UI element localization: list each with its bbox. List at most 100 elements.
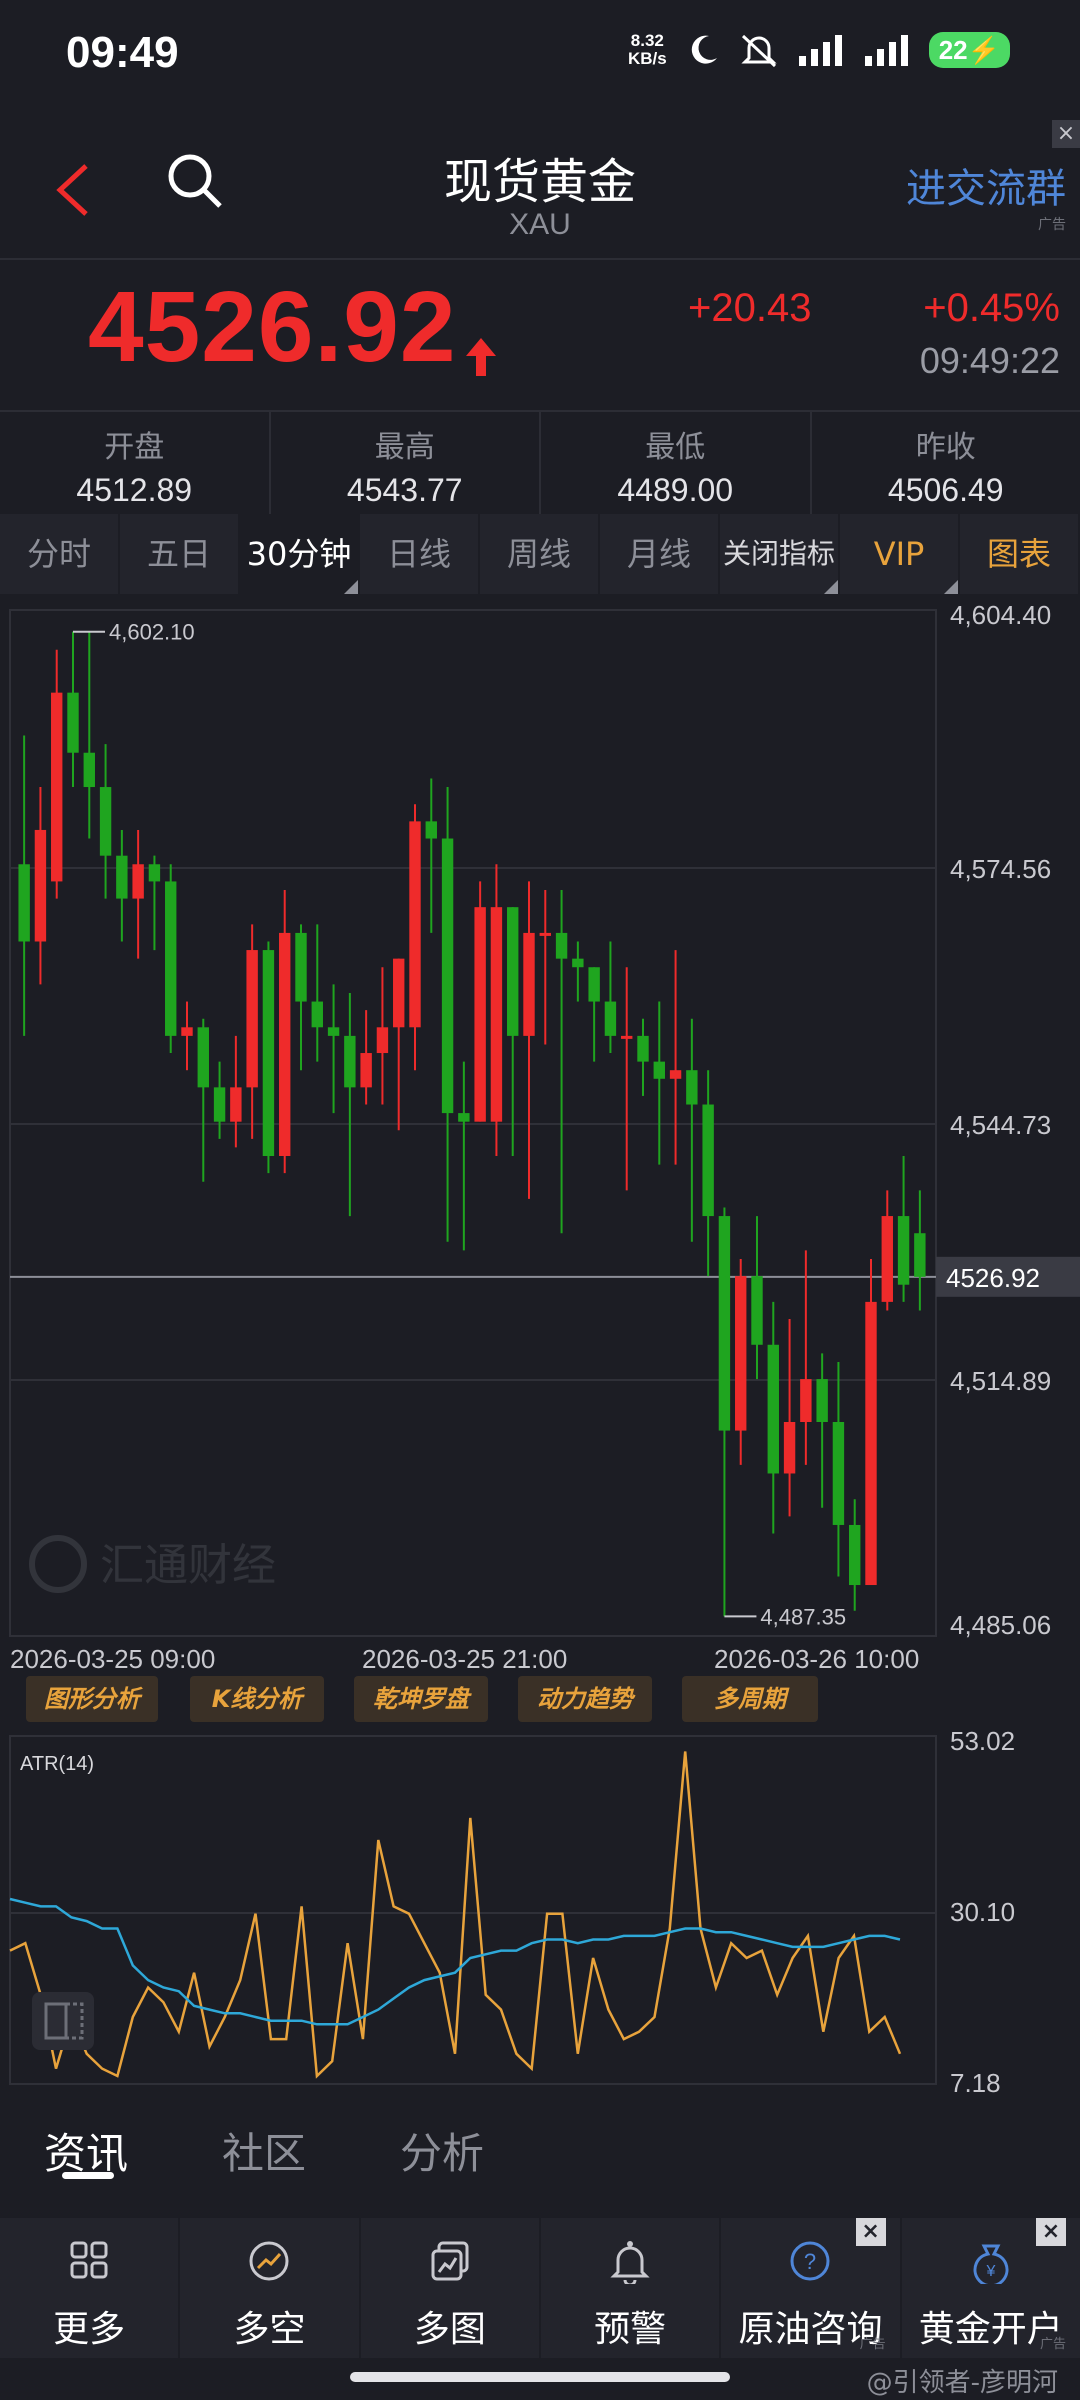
nav-multi-chart[interactable]: 多图 bbox=[361, 2218, 541, 2358]
tab-intraday[interactable]: 分时 bbox=[0, 514, 120, 594]
signal-icon bbox=[798, 35, 842, 66]
candle-body bbox=[148, 864, 161, 882]
candle bbox=[441, 787, 454, 1242]
ad-close-button[interactable]: × bbox=[1035, 2218, 1066, 2246]
home-indicator[interactable] bbox=[350, 2372, 730, 2382]
ad-close-button[interactable]: × bbox=[855, 2218, 886, 2246]
chart-area[interactable]: 汇通财经 4,604.40 4,574.56 4,544.73 4,514.89 4,4… bbox=[0, 594, 1080, 2098]
watermark-logo-icon bbox=[29, 1535, 87, 1593]
price-chart-svg[interactable]: 汇通财经 4,604.40 4,574.56 4,544.73 4,514.89 4,4… bbox=[0, 594, 1080, 2098]
bell-icon bbox=[610, 2241, 650, 2284]
candle-body bbox=[279, 932, 291, 1157]
candle bbox=[507, 907, 519, 1157]
tab-chart[interactable]: 图表 bbox=[960, 514, 1080, 594]
nav-gold-account[interactable]: ¥ 黄金开户 × 广告 bbox=[902, 2218, 1080, 2358]
candle bbox=[881, 1190, 893, 1311]
nav-label: 多空 bbox=[233, 2309, 306, 2350]
tool-compass[interactable]: 乾坤罗盘 bbox=[354, 1676, 488, 1722]
ad-join-group-link[interactable]: 进交流群 bbox=[906, 156, 1066, 214]
candle bbox=[702, 1070, 714, 1277]
tool-multi-period[interactable]: 多周期 bbox=[682, 1676, 818, 1722]
candle-body bbox=[18, 864, 30, 942]
stat-value: 4543.77 bbox=[346, 472, 463, 508]
candle-body bbox=[213, 1087, 226, 1122]
tool-pattern-analysis[interactable]: 图形分析 bbox=[26, 1676, 158, 1722]
candle-body bbox=[197, 1027, 209, 1088]
candle bbox=[816, 1353, 828, 1508]
tab-community[interactable]: 社区 bbox=[222, 2120, 306, 2181]
status-bar: 09:49 8.32 KB/s 22⚡ bbox=[0, 0, 1080, 110]
candle bbox=[800, 1250, 812, 1465]
y-tick-label: 4,514.89 bbox=[950, 1366, 1051, 1396]
y-tick-label: 30.10 bbox=[950, 1897, 1015, 1927]
candle bbox=[490, 864, 503, 1157]
tab-vip[interactable]: VIP bbox=[840, 514, 960, 594]
tab-monthly[interactable]: 月线 bbox=[600, 514, 720, 594]
stat-open: 开盘 4512.89 bbox=[0, 412, 271, 514]
nav-long-short[interactable]: 多空 bbox=[180, 2218, 361, 2358]
multi-chart-icon bbox=[431, 2241, 469, 2281]
candle-body bbox=[783, 1422, 796, 1474]
x-tick-label: 2026-03-26 10:00 bbox=[714, 1644, 919, 1674]
moneybag-icon: ¥ bbox=[973, 2244, 1009, 2284]
candle-body bbox=[295, 932, 307, 1002]
candle bbox=[83, 631, 95, 839]
y-tick-label: 4,574.56 bbox=[950, 854, 1051, 884]
nav-label: 更多 bbox=[53, 2309, 126, 2350]
candle bbox=[116, 829, 128, 942]
candle bbox=[18, 735, 30, 1036]
nav-more[interactable]: 更多 bbox=[0, 2218, 181, 2358]
tab-30min[interactable]: 30分钟 bbox=[240, 514, 360, 594]
tab-analysis[interactable]: 分析 bbox=[400, 2120, 484, 2181]
ad-tag: 广告 bbox=[1038, 217, 1066, 233]
atr-chart-frame bbox=[9, 1735, 937, 2085]
grid-icon bbox=[70, 2241, 108, 2279]
candle-body bbox=[474, 907, 486, 1122]
tab-daily[interactable]: 日线 bbox=[360, 514, 480, 594]
nav-crude-consult[interactable]: ? 原油咨询 × 广告 bbox=[721, 2218, 902, 2358]
stats-row: 开盘 4512.89 最高 4543.77 最低 4489.00 昨收 4506… bbox=[0, 410, 1080, 514]
candle bbox=[718, 1207, 731, 1617]
tab-close-indicator[interactable]: 关闭指标 bbox=[720, 514, 840, 594]
tool-momentum[interactable]: 动力趋势 bbox=[518, 1676, 652, 1722]
candle-body bbox=[67, 692, 79, 753]
net-speed: 8.32 KB/s bbox=[627, 31, 667, 68]
y-tick-label: 4,544.73 bbox=[950, 1110, 1051, 1140]
news-tabs: 资讯 社区 分析 bbox=[0, 2100, 1080, 2210]
candle bbox=[637, 1018, 649, 1096]
candle-body bbox=[653, 1061, 665, 1079]
candle bbox=[604, 941, 617, 1054]
candle bbox=[148, 855, 161, 951]
chart-watermark: 汇通财经 bbox=[29, 1535, 276, 1593]
nav-label: 多图 bbox=[413, 2309, 486, 2350]
tab-weekly[interactable]: 周线 bbox=[480, 514, 600, 594]
candle bbox=[735, 1258, 747, 1465]
battery-indicator: 22⚡ bbox=[928, 32, 1010, 68]
moon-icon bbox=[691, 35, 717, 64]
atr-y-axis: 53.02 30.10 7.18 bbox=[950, 1726, 1015, 2098]
candle-body bbox=[393, 958, 405, 1028]
candle-grid bbox=[10, 867, 936, 1381]
tab-five-day[interactable]: 五日 bbox=[120, 514, 240, 594]
candle-body bbox=[360, 1053, 372, 1088]
fullscreen-icon[interactable] bbox=[32, 1992, 94, 2050]
tool-kline-analysis[interactable]: K线分析 bbox=[190, 1676, 324, 1722]
y-tick-label: 4,485.06 bbox=[950, 1610, 1051, 1640]
nav-alert[interactable]: 预警 bbox=[541, 2218, 722, 2358]
candle-body bbox=[735, 1276, 747, 1431]
candle bbox=[295, 924, 307, 1071]
candle-x-axis: 2026-03-25 09:00 2026-03-25 21:00 2026-03-… bbox=[10, 1644, 919, 1674]
candle-body bbox=[767, 1344, 779, 1474]
candle-body bbox=[262, 950, 275, 1157]
ad-close-button[interactable]: × bbox=[1052, 120, 1080, 148]
candle-body bbox=[800, 1379, 812, 1423]
candle bbox=[669, 950, 682, 1165]
candle bbox=[51, 649, 63, 899]
search-icon[interactable] bbox=[166, 152, 224, 210]
watermark-text: 汇通财经 bbox=[100, 1541, 276, 1590]
svg-text:?: ? bbox=[804, 2249, 816, 2274]
candle-body bbox=[751, 1276, 763, 1345]
candle bbox=[67, 631, 79, 788]
candle-body bbox=[327, 1027, 340, 1036]
signal-icon bbox=[864, 35, 908, 66]
